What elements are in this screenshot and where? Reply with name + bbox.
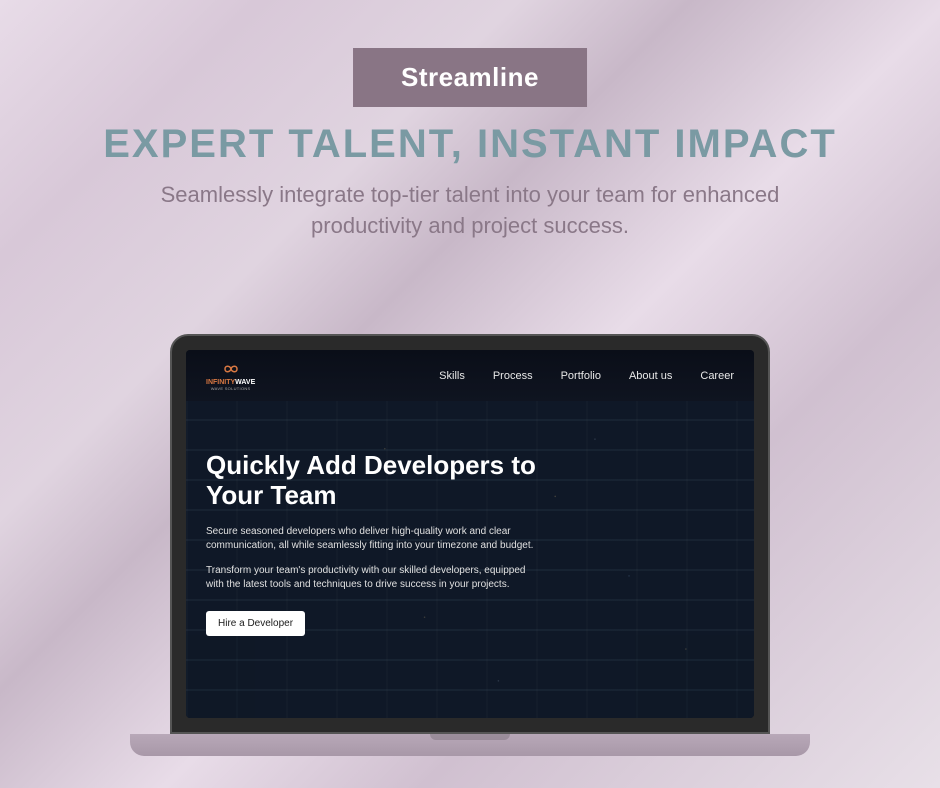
laptop-bezel: INFINITYWAVE WAVE SOLUTIONS Skills Proce… [170, 334, 770, 734]
page-title: EXPERT TALENT, INSTANT IMPACT [0, 122, 940, 167]
nav-portfolio[interactable]: Portfolio [561, 370, 601, 382]
nav: Skills Process Portfolio About us Career [439, 370, 734, 382]
logo[interactable]: INFINITYWAVE WAVE SOLUTIONS [206, 360, 255, 391]
hero-title: Quickly Add Developers to Your Team [206, 451, 546, 511]
logo-subtext: WAVE SOLUTIONS [211, 386, 251, 391]
logo-text: INFINITYWAVE [206, 379, 255, 386]
nav-about[interactable]: About us [629, 370, 672, 382]
nav-career[interactable]: Career [700, 370, 734, 382]
site-header: INFINITYWAVE WAVE SOLUTIONS Skills Proce… [186, 350, 754, 401]
laptop-base [130, 734, 810, 756]
hero-content: Quickly Add Developers to Your Team Secu… [186, 401, 566, 652]
hire-developer-button[interactable]: Hire a Developer [206, 611, 305, 636]
hero-section: Quickly Add Developers to Your Team Secu… [186, 401, 754, 718]
page-subtitle: Seamlessly integrate top-tier talent int… [150, 180, 790, 242]
hero-paragraph-1: Secure seasoned developers who deliver h… [206, 525, 546, 554]
laptop-screen: INFINITYWAVE WAVE SOLUTIONS Skills Proce… [186, 350, 754, 718]
streamline-badge: Streamline [353, 48, 587, 107]
nav-skills[interactable]: Skills [439, 370, 465, 382]
hero-paragraph-2: Transform your team's productivity with … [206, 564, 546, 593]
infinity-logo-icon [219, 360, 243, 378]
nav-process[interactable]: Process [493, 370, 533, 382]
laptop-mockup: INFINITYWAVE WAVE SOLUTIONS Skills Proce… [170, 334, 770, 756]
